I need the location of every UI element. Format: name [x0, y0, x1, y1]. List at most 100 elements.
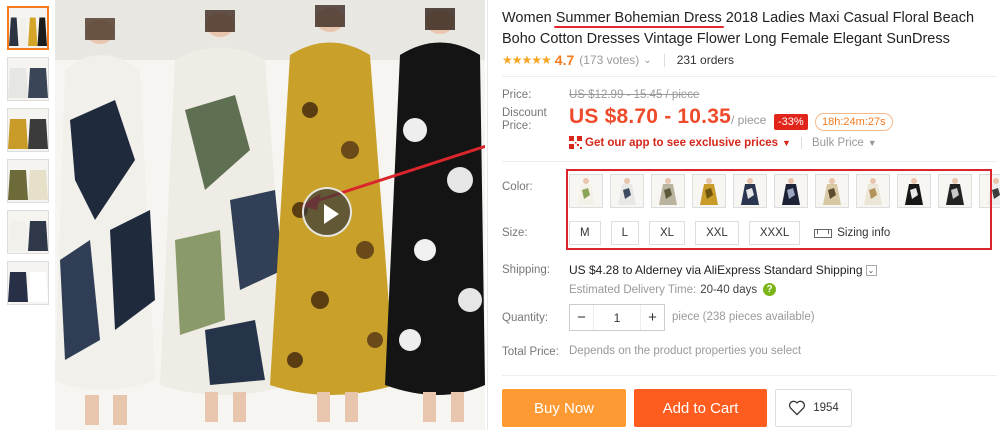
title-prefix: Women: [502, 10, 556, 26]
add-to-cart-button[interactable]: Add to Cart: [634, 389, 767, 427]
color-swatch[interactable]: [733, 174, 767, 208]
swatch-image: [734, 175, 766, 207]
separator: [663, 53, 665, 67]
color-swatch[interactable]: [692, 174, 726, 208]
thumbnail-image: [8, 211, 48, 253]
wishlist-count: 1954: [813, 402, 839, 414]
size-option[interactable]: M: [569, 221, 601, 245]
price-label: Price:: [502, 89, 532, 101]
discount-badge: -33%: [774, 114, 808, 130]
model-1: [55, 18, 155, 425]
shipping-method[interactable]: US $4.28 to Alderney via AliExpress Stan…: [569, 263, 877, 277]
color-swatch[interactable]: [897, 174, 931, 208]
size-option[interactable]: XXL: [695, 221, 739, 245]
thumbnail-image: [8, 262, 48, 304]
size-option[interactable]: L: [610, 221, 639, 245]
quantity-label: Quantity:: [502, 312, 549, 324]
per-piece-unit: / piece: [731, 113, 767, 127]
title-highlight: Summer Bohemian Dress: [555, 10, 722, 26]
size-options: M L XL XXL XXXL: [569, 221, 810, 245]
thumbnail-list: [7, 6, 49, 312]
thumbnail-image: [8, 58, 48, 100]
heart-icon: [789, 400, 806, 416]
swatch-image: [939, 175, 971, 207]
size-option[interactable]: XL: [649, 221, 686, 245]
column-divider: [487, 0, 488, 430]
swatch-image: [980, 175, 1000, 207]
size-option-list: M L XL XXL XXXL Sizing info: [569, 221, 890, 245]
total-price-label: Total Price:: [502, 346, 559, 358]
color-swatch[interactable]: [815, 174, 849, 208]
product-title: Women Summer Bohemian Dress 2018 Ladies …: [502, 8, 997, 50]
quantity-stepper: − +: [569, 304, 665, 331]
gallery-thumbnail[interactable]: [7, 57, 49, 101]
orders-count: 231 orders: [676, 53, 735, 67]
rating-value: 4.7: [554, 52, 575, 68]
shipping-text: US $4.28 to Alderney via AliExpress Stan…: [569, 263, 863, 277]
shipping-label: Shipping:: [502, 264, 550, 276]
swatch-image: [652, 175, 684, 207]
buy-now-button[interactable]: Buy Now: [502, 389, 626, 427]
gallery-thumbnail[interactable]: [7, 108, 49, 152]
total-price-note: Depends on the product properties you se…: [569, 345, 802, 357]
divider: [502, 161, 997, 162]
quantity-decrease-button[interactable]: −: [570, 309, 593, 326]
model-4: [385, 8, 485, 422]
swatch-image: [570, 175, 602, 207]
chevron-down-icon[interactable]: ⌄: [643, 55, 651, 66]
thumbnail-image: [9, 8, 47, 48]
bulk-price-dropdown[interactable]: Bulk Price ▼: [800, 136, 877, 149]
quantity-increase-button[interactable]: +: [641, 309, 664, 326]
help-icon[interactable]: ?: [763, 283, 777, 296]
chevron-down-icon[interactable]: ▼: [782, 138, 791, 148]
pieces-available: piece (238 pieces available): [672, 311, 815, 323]
delivery-label: Estimated Delivery Time:: [569, 283, 697, 296]
gallery-thumbnail[interactable]: [7, 159, 49, 203]
color-swatch[interactable]: [856, 174, 890, 208]
color-swatch[interactable]: [610, 174, 644, 208]
app-offer-row: Get our app to see exclusive prices ▼ Bu…: [569, 136, 877, 149]
swatch-image: [775, 175, 807, 207]
color-swatch-list: [569, 174, 1000, 208]
divider: [502, 76, 997, 77]
color-swatch[interactable]: [938, 174, 972, 208]
size-label: Size:: [502, 227, 528, 239]
product-photo: [55, 0, 485, 430]
color-swatch[interactable]: [774, 174, 808, 208]
delivery-estimate: Estimated Delivery Time: 20-40 days ?: [569, 283, 777, 296]
quantity-input[interactable]: [593, 305, 641, 330]
thumbnail-image: [8, 160, 48, 202]
sizing-info-label: Sizing info: [837, 227, 891, 239]
video-play-icon[interactable]: [302, 187, 352, 237]
swatch-image: [611, 175, 643, 207]
delivery-days: 20-40 days: [700, 283, 758, 296]
chevron-down-icon: ▼: [867, 137, 877, 148]
bulk-price-label: Bulk Price: [811, 136, 864, 149]
wishlist-button[interactable]: 1954: [775, 389, 852, 427]
color-swatch[interactable]: [979, 174, 1000, 208]
size-option[interactable]: XXXL: [748, 221, 801, 245]
main-product-image[interactable]: [55, 0, 485, 430]
sizing-info-link[interactable]: Sizing info: [814, 227, 890, 239]
votes-link[interactable]: (173 votes): [579, 53, 639, 67]
original-price: US $12.99 - 15.45 / piece: [569, 89, 700, 101]
thumbnail-image: [8, 109, 48, 151]
swatch-image: [693, 175, 725, 207]
gallery-thumbnail[interactable]: [7, 261, 49, 305]
color-label: Color:: [502, 181, 533, 193]
gallery-thumbnail[interactable]: [7, 6, 49, 50]
discount-price-label: Discount Price:: [502, 107, 547, 132]
color-swatch[interactable]: [651, 174, 685, 208]
chevron-down-icon[interactable]: ⌄: [865, 264, 877, 276]
divider: [502, 375, 997, 376]
color-swatch[interactable]: [569, 174, 603, 208]
rating-row: ★★★★★ 4.7 (173 votes) ⌄ 231 orders: [502, 51, 734, 69]
star-rating-icon: ★★★★★: [502, 53, 552, 67]
app-offer-link[interactable]: Get our app to see exclusive prices: [585, 137, 778, 149]
product-info-panel: Women Summer Bohemian Dress 2018 Ladies …: [502, 0, 1000, 430]
swatch-image: [857, 175, 889, 207]
gallery-thumbnail[interactable]: [7, 210, 49, 254]
ruler-icon: [814, 228, 833, 238]
swatch-image: [816, 175, 848, 207]
countdown-timer: 18h:24m:27s: [815, 113, 893, 131]
